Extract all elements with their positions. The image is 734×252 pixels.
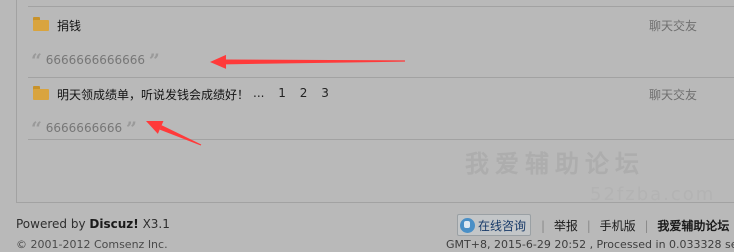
annotation-arrow-head	[210, 54, 227, 69]
discuz-version: X3.1	[142, 217, 170, 231]
mobile-version-link[interactable]: 手机版	[600, 219, 636, 233]
discuz-link[interactable]: Discuz!	[89, 217, 138, 231]
report-link[interactable]: 举报	[554, 219, 578, 233]
footer-links: | 举报 | 手机版 | 我爱辅助论坛（	[536, 217, 734, 234]
online-consult-label: 在线咨询	[478, 218, 527, 233]
online-consult-button[interactable]: 在线咨询	[457, 214, 531, 236]
annotation-arrow-shaft	[159, 125, 202, 146]
annotation-arrow-shaft	[225, 59, 406, 65]
server-time-info: GMT+8, 2015-6-29 20:52 , Processed in 0.…	[446, 238, 734, 251]
chat-icon	[460, 217, 475, 233]
annotation-arrows	[146, 54, 406, 146]
copyright: © 2001-2012 Comsenz Inc.	[16, 238, 168, 251]
powered-prefix: Powered by	[16, 217, 86, 231]
site-home-link[interactable]: 我爱辅助论坛（	[657, 219, 734, 233]
powered-by: Powered by Discuz! X3.1	[16, 217, 170, 231]
